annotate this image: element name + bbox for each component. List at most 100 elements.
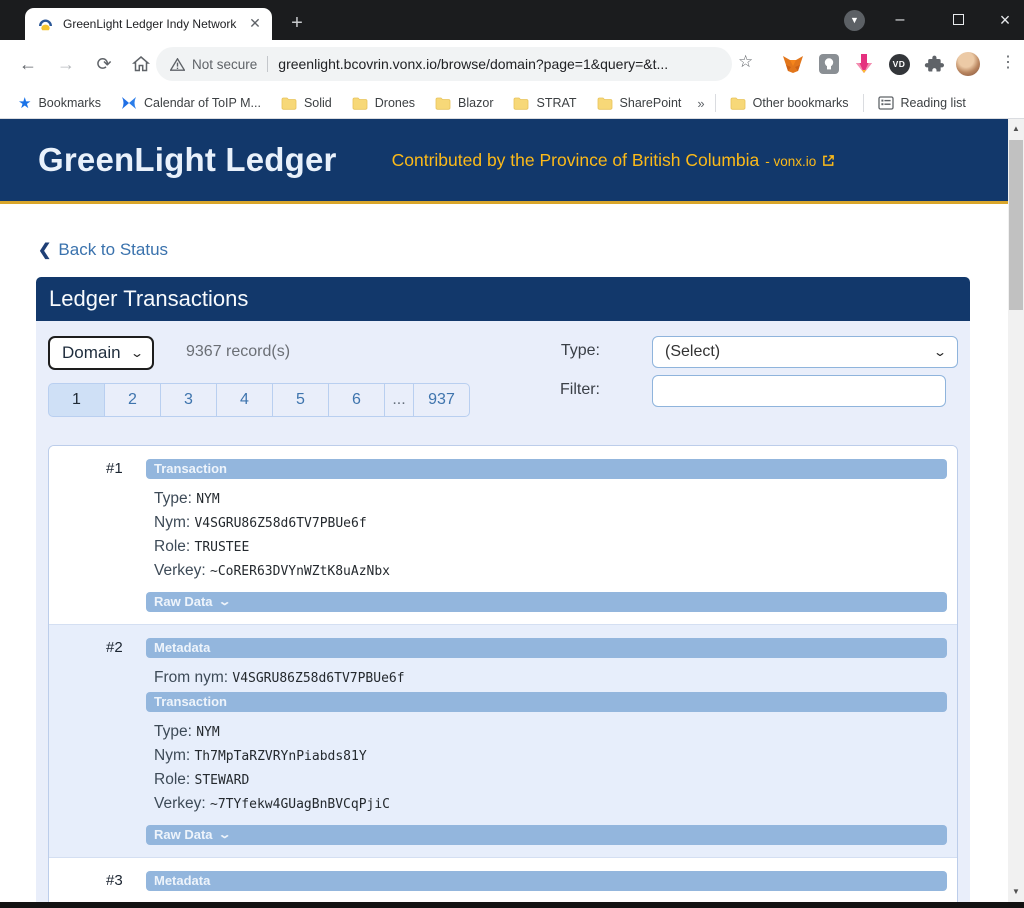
- profile-avatar[interactable]: [955, 51, 981, 77]
- pagination-page-2[interactable]: 2: [104, 383, 161, 417]
- ledger-transactions-panel: Ledger Transactions Domain ⌄ 9367 record…: [36, 277, 970, 902]
- scrollbar-thumb[interactable]: [1009, 140, 1023, 310]
- bookmark-item[interactable]: Reading list: [868, 96, 976, 110]
- bookmark-star-icon[interactable]: ☆: [738, 52, 753, 72]
- maximize-icon: [953, 14, 964, 25]
- pagination-page-6[interactable]: 6: [328, 383, 385, 417]
- bookmarks-separator: [863, 94, 864, 112]
- type-label: Type:: [496, 342, 600, 360]
- field-label: Role:: [154, 771, 195, 788]
- metamask-extension-icon[interactable]: [780, 51, 806, 77]
- scroll-up-icon[interactable]: ▲: [1008, 121, 1024, 137]
- record-field: Role: TRUSTEE: [154, 535, 947, 559]
- chevron-left-icon: ❮: [38, 240, 51, 260]
- field-label: Nym:: [154, 514, 194, 531]
- keep-extension-icon[interactable]: [816, 51, 842, 77]
- type-select[interactable]: (Select) ⌄: [652, 336, 958, 368]
- close-button[interactable]: ×: [985, 6, 1024, 34]
- bookmark-item[interactable]: STRAT: [503, 96, 586, 110]
- pagination-page-4[interactable]: 4: [216, 383, 273, 417]
- bookmark-item[interactable]: Blazor: [425, 96, 503, 110]
- new-tab-button[interactable]: +: [284, 11, 310, 37]
- record-field: Nym: Th7MpTaRZVRYnPiabds81Y: [154, 744, 947, 768]
- minimize-button[interactable]: –: [880, 6, 920, 34]
- field-label: Verkey:: [154, 795, 210, 812]
- raw-data-toggle[interactable]: Raw Data⌄: [146, 825, 947, 845]
- page-scrollbar[interactable]: ▲ ▼: [1008, 119, 1024, 902]
- window-title-bar: GreenLight Ledger Indy Network ✕ + ▼ – ×: [0, 0, 1024, 40]
- section-header-bar: Metadata: [146, 638, 947, 658]
- record-field: Verkey: ~7TYfekw4GUagBnBVCqPjiC: [154, 792, 947, 816]
- chevron-down-icon: ⌄: [217, 825, 231, 845]
- maximize-button[interactable]: [938, 6, 978, 34]
- avatar-image: [956, 52, 980, 76]
- field-label: Role:: [154, 538, 195, 555]
- vd-extension-icon[interactable]: VD: [886, 51, 912, 77]
- bookmark-item[interactable]: Other bookmarks: [720, 96, 859, 110]
- field-value: NYM: [196, 725, 219, 740]
- bookmark-item[interactable]: Drones: [342, 96, 425, 110]
- pagination-page-3[interactable]: 3: [160, 383, 217, 417]
- web-page: GreenLight Ledger Contributed by the Pro…: [0, 119, 1008, 902]
- vonx-link[interactable]: - vonx.io: [765, 154, 816, 169]
- profile-chevron-icon[interactable]: ▼: [844, 10, 865, 31]
- star-icon: ★: [18, 94, 31, 112]
- records-list: #1TransactionType: NYMNym: V4SGRU86Z58d6…: [48, 445, 958, 902]
- site-title: GreenLight Ledger: [38, 141, 337, 179]
- ledger-select[interactable]: Domain ⌄: [48, 336, 154, 370]
- back-icon[interactable]: ←: [14, 50, 42, 78]
- bookmark-item[interactable]: Solid: [271, 96, 342, 110]
- field-label: Verkey:: [154, 562, 210, 579]
- browser-tab[interactable]: GreenLight Ledger Indy Network ✕: [25, 8, 272, 40]
- contributed-text: Contributed by the Province of British C…: [392, 150, 760, 171]
- folder-icon: [435, 97, 451, 110]
- panel-title: Ledger Transactions: [36, 277, 970, 321]
- back-to-status-link[interactable]: ❮ Back to Status: [38, 240, 168, 260]
- filter-input[interactable]: [652, 375, 946, 407]
- home-icon[interactable]: [127, 50, 155, 78]
- ledger-select-value: Domain: [62, 343, 121, 363]
- downloader-extension-icon[interactable]: [851, 51, 877, 77]
- forward-icon[interactable]: →: [52, 50, 80, 78]
- bookmarks-separator: [715, 94, 716, 112]
- browser-menu-icon[interactable]: ⋮: [1000, 52, 1017, 72]
- record-number: #2: [106, 639, 123, 656]
- bookmark-label: STRAT: [536, 96, 576, 110]
- pagination-page-937[interactable]: 937: [413, 383, 470, 417]
- bookmark-item[interactable]: SharePoint: [587, 96, 692, 110]
- pagination-page-5[interactable]: 5: [272, 383, 329, 417]
- x-logo-icon: [121, 96, 137, 110]
- chevron-down-icon: ⌄: [217, 592, 231, 612]
- raw-data-toggle[interactable]: Raw Data⌄: [146, 592, 947, 612]
- bookmark-label: Other bookmarks: [753, 96, 849, 110]
- field-value: NYM: [196, 492, 219, 507]
- pagination-page-1[interactable]: 1: [48, 383, 105, 417]
- reload-icon[interactable]: ⟳: [90, 50, 118, 78]
- pagination-page-...[interactable]: ...: [384, 383, 414, 417]
- folder-icon: [513, 97, 529, 110]
- panel-body: Domain ⌄ 9367 record(s) Type: (Select) ⌄…: [36, 321, 970, 902]
- raw-data-label: Raw Data: [154, 592, 213, 612]
- bookmark-item[interactable]: Calendar of ToIP M...: [111, 96, 271, 110]
- field-value: V4SGRU86Z58d6TV7PBUe6f: [232, 671, 404, 686]
- scroll-down-icon[interactable]: ▼: [1008, 884, 1024, 900]
- folder-icon: [730, 97, 746, 110]
- browser-toolbar: ← → ⟳ Not secure greenlight.bcovrin.vonx…: [0, 40, 1024, 88]
- external-link-icon: [822, 154, 835, 167]
- field-value: STEWARD: [195, 773, 250, 788]
- record-field: Role: STEWARD: [154, 768, 947, 792]
- record-number: #1: [106, 460, 123, 477]
- bookmark-label: Blazor: [458, 96, 493, 110]
- raw-data-label: Raw Data: [154, 825, 213, 845]
- bookmarks-overflow-chevron[interactable]: »: [691, 96, 710, 111]
- record-number: #3: [106, 872, 123, 889]
- bookmark-item[interactable]: ★ Bookmarks: [8, 94, 111, 112]
- omnibox-divider: [267, 56, 268, 72]
- ledger-record: #2MetadataFrom nym: V4SGRU86Z58d6TV7PBUe…: [49, 624, 957, 857]
- url-text[interactable]: greenlight.bcovrin.vonx.io/browse/domain…: [278, 56, 668, 72]
- tab-close-icon[interactable]: ✕: [246, 15, 264, 33]
- bookmark-label: Bookmarks: [38, 96, 101, 110]
- extensions-puzzle-icon[interactable]: [921, 51, 947, 77]
- address-bar[interactable]: Not secure greenlight.bcovrin.vonx.io/br…: [156, 47, 732, 81]
- field-value: ~CoRER63DVYnWZtK8uAzNbx: [210, 564, 390, 579]
